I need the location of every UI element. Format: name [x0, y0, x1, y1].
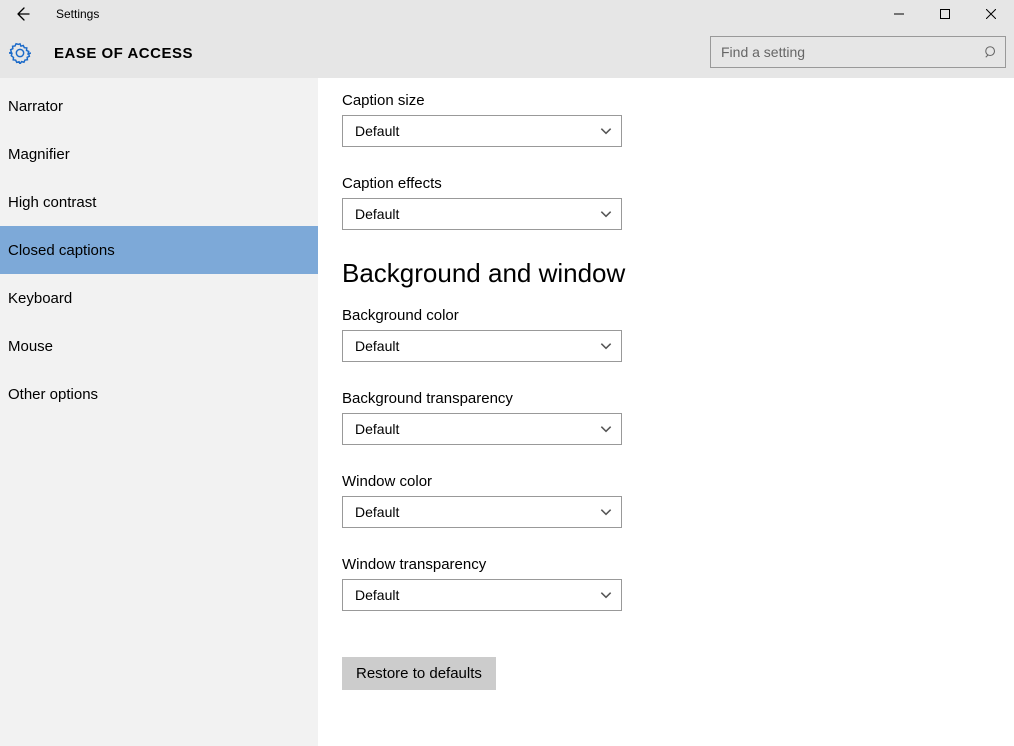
sidebar-item-label: Keyboard: [8, 290, 72, 307]
sidebar-item-label: Mouse: [8, 338, 53, 355]
field-label: Caption size: [342, 92, 1014, 109]
search-input[interactable]: [710, 36, 1006, 68]
field-label: Background transparency: [342, 390, 1014, 407]
sidebar-item-narrator[interactable]: Narrator: [0, 82, 318, 130]
sidebar-item-mouse[interactable]: Mouse: [0, 322, 318, 370]
sidebar-item-other-options[interactable]: Other options: [0, 370, 318, 418]
sidebar-item-magnifier[interactable]: Magnifier: [0, 130, 318, 178]
restore-defaults-button[interactable]: Restore to defaults: [342, 657, 496, 690]
sidebar-item-high-contrast[interactable]: High contrast: [0, 178, 318, 226]
caption-effects-select[interactable]: Default: [342, 198, 622, 230]
sidebar-item-keyboard[interactable]: Keyboard: [0, 274, 318, 322]
button-label: Restore to defaults: [356, 665, 482, 682]
chevron-down-icon: [599, 207, 613, 221]
field-background-color: Background color Default: [342, 307, 1014, 362]
back-button[interactable]: [8, 0, 36, 28]
select-value: Default: [355, 504, 399, 520]
field-label: Window color: [342, 473, 1014, 490]
field-window-color: Window color Default: [342, 473, 1014, 528]
close-button[interactable]: [968, 0, 1014, 28]
body: Narrator Magnifier High contrast Closed …: [0, 78, 1014, 746]
field-label: Window transparency: [342, 556, 1014, 573]
window-controls: [876, 0, 1014, 28]
chevron-down-icon: [599, 124, 613, 138]
close-icon: [986, 9, 996, 19]
sidebar-item-label: High contrast: [8, 194, 96, 211]
select-value: Default: [355, 123, 399, 139]
page-header: EASE OF ACCESS: [0, 28, 1014, 78]
settings-gear-icon: [8, 41, 32, 65]
sidebar-item-closed-captions[interactable]: Closed captions: [0, 226, 318, 274]
field-caption-effects: Caption effects Default: [342, 175, 1014, 230]
field-background-transparency: Background transparency Default: [342, 390, 1014, 445]
sidebar-item-label: Magnifier: [8, 146, 70, 163]
sidebar: Narrator Magnifier High contrast Closed …: [0, 78, 318, 746]
window-transparency-select[interactable]: Default: [342, 579, 622, 611]
minimize-icon: [894, 9, 904, 19]
select-value: Default: [355, 338, 399, 354]
select-value: Default: [355, 421, 399, 437]
section-heading: Background and window: [342, 258, 1014, 289]
select-value: Default: [355, 587, 399, 603]
chevron-down-icon: [599, 422, 613, 436]
chevron-down-icon: [599, 588, 613, 602]
chevron-down-icon: [599, 339, 613, 353]
sidebar-item-label: Closed captions: [8, 242, 115, 259]
minimize-button[interactable]: [876, 0, 922, 28]
page-title: EASE OF ACCESS: [54, 45, 193, 62]
field-label: Caption effects: [342, 175, 1014, 192]
back-arrow-icon: [14, 6, 30, 22]
background-color-select[interactable]: Default: [342, 330, 622, 362]
chevron-down-icon: [599, 505, 613, 519]
window-title: Settings: [56, 7, 99, 21]
maximize-button[interactable]: [922, 0, 968, 28]
field-caption-size: Caption size Default: [342, 92, 1014, 147]
field-label: Background color: [342, 307, 1014, 324]
maximize-icon: [940, 9, 950, 19]
select-value: Default: [355, 206, 399, 222]
sidebar-item-label: Narrator: [8, 98, 63, 115]
sidebar-item-label: Other options: [8, 386, 98, 403]
search-container: [710, 36, 1006, 68]
caption-size-select[interactable]: Default: [342, 115, 622, 147]
background-transparency-select[interactable]: Default: [342, 413, 622, 445]
field-window-transparency: Window transparency Default: [342, 556, 1014, 611]
content-area: Caption size Default Caption effects Def…: [318, 78, 1014, 746]
window-color-select[interactable]: Default: [342, 496, 622, 528]
title-bar: Settings: [0, 0, 1014, 28]
